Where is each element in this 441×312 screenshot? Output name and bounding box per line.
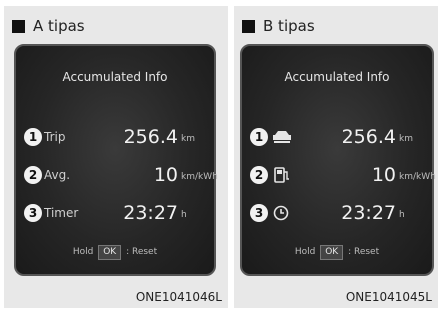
reset-hint: Hold OK : Reset bbox=[242, 245, 432, 260]
trip-value: 256.4 km bbox=[341, 126, 413, 148]
screen-title: Accumulated Info bbox=[62, 70, 168, 84]
screen-title: Accumulated Info bbox=[284, 70, 390, 84]
ok-key: OK bbox=[98, 245, 122, 260]
timer-value: 23:27 h bbox=[123, 202, 187, 224]
average-unit: km/kWh bbox=[181, 172, 218, 182]
number-badge-1: 1 bbox=[24, 128, 42, 146]
reset-hint: Hold OK : Reset bbox=[16, 245, 214, 260]
panel-a: A tipas Accumulated Info 1 Trip 256.4 km… bbox=[4, 6, 228, 308]
figure-code: ONE1041045L bbox=[345, 290, 432, 304]
timer-unit: h bbox=[181, 210, 187, 220]
average-value: 10 km/kWh bbox=[371, 164, 436, 186]
number-badge-3: 3 bbox=[250, 204, 268, 222]
number-badge-3: 3 bbox=[24, 204, 42, 222]
cluster-screen-b: Accumulated Info 1 256.4 km 2 10 km/kWh bbox=[240, 44, 436, 276]
clock-icon bbox=[273, 205, 289, 221]
timer-value: 23:27 h bbox=[341, 202, 405, 224]
figure-code: ONE1041046L bbox=[135, 290, 222, 304]
number-badge-2: 2 bbox=[24, 166, 42, 184]
cluster-screen-a: Accumulated Info 1 Trip 256.4 km 2 Avg. … bbox=[14, 44, 218, 276]
trip-unit: km bbox=[181, 134, 195, 144]
timer-row: 3 Timer 23:27 h bbox=[16, 202, 214, 226]
average-row: 2 10 km/kWh bbox=[242, 164, 436, 188]
number-badge-2: 2 bbox=[250, 166, 268, 184]
trip-unit: km bbox=[399, 134, 413, 144]
timer-row: 3 23:27 h bbox=[242, 202, 432, 226]
trip-row: 1 256.4 km bbox=[242, 126, 432, 150]
square-bullet-icon bbox=[242, 19, 255, 33]
timer-unit: h bbox=[399, 210, 405, 220]
trip-value: 256.4 km bbox=[123, 126, 195, 148]
ok-key: OK bbox=[320, 245, 344, 260]
charging-station-icon bbox=[274, 167, 289, 183]
average-value: 10 km/kWh bbox=[153, 164, 218, 186]
average-row: 2 Avg. 10 km/kWh bbox=[16, 164, 218, 188]
square-bullet-icon bbox=[12, 19, 25, 33]
average-label: Avg. bbox=[44, 168, 71, 182]
number-badge-1: 1 bbox=[250, 128, 268, 146]
car-icon bbox=[273, 131, 291, 143]
trip-label: Trip bbox=[44, 130, 66, 144]
timer-label: Timer bbox=[44, 206, 79, 220]
panel-a-title: A tipas bbox=[12, 14, 85, 38]
average-unit: km/kWh bbox=[399, 172, 436, 182]
trip-row: 1 Trip 256.4 km bbox=[16, 126, 214, 150]
panel-b-title: B tipas bbox=[242, 14, 315, 38]
panel-b: B tipas Accumulated Info 1 256.4 km 2 10 bbox=[234, 6, 438, 308]
